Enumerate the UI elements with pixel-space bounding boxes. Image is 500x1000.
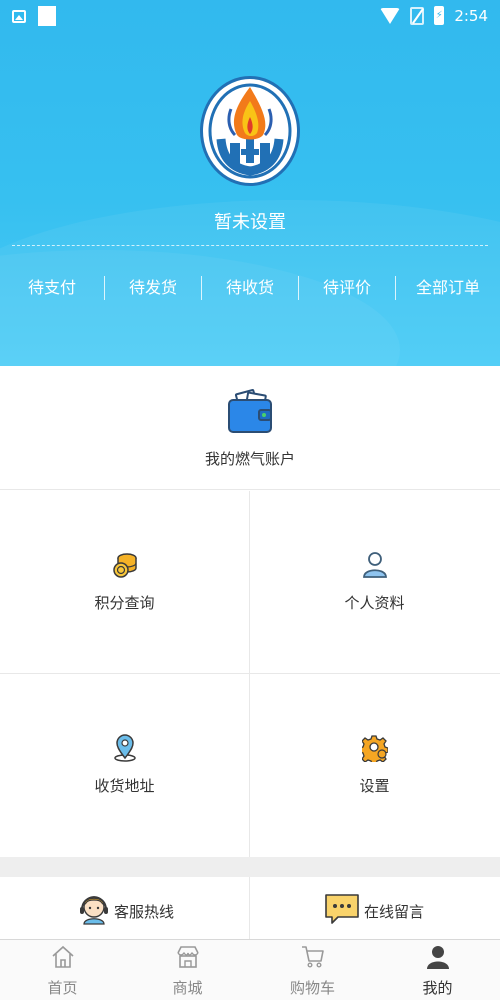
menu-label: 收货地址 [94, 777, 155, 795]
menu-label: 积分查询 [94, 594, 155, 612]
nav-store[interactable]: 商城 [125, 940, 250, 1000]
status-bar: ⚡ 2:54 [0, 0, 500, 32]
nav-label: 我的 [422, 979, 453, 997]
nav-label: 商城 [172, 979, 203, 997]
order-all[interactable]: 全部订单 [396, 270, 500, 306]
menu-settings[interactable]: 设置 [250, 674, 499, 856]
menu-label: 设置 [359, 777, 390, 795]
order-pending-receipt[interactable]: 待收货 [202, 270, 298, 306]
order-pending-review[interactable]: 待评价 [299, 270, 395, 306]
no-sim-icon [410, 6, 425, 25]
order-pending-shipment[interactable]: 待发货 [105, 270, 201, 306]
coins-icon [112, 553, 137, 578]
bottom-navigation: 首页 商城 购物车 我的 [0, 939, 500, 1000]
gas-account-entry[interactable]: 我的燃气账户 [0, 366, 500, 490]
image-notification-icon [12, 9, 26, 23]
status-time: 2:54 [454, 6, 488, 25]
service-row: 客服热线 在线留言 [0, 877, 500, 939]
dotted-divider [12, 245, 488, 246]
wallet-icon [228, 389, 272, 433]
nav-home[interactable]: 首页 [0, 940, 125, 1000]
username[interactable]: 暂未设置 [0, 208, 500, 234]
store-icon [176, 946, 199, 968]
online-message[interactable]: 在线留言 [250, 877, 499, 939]
cart-icon [301, 946, 324, 968]
home-icon [51, 945, 74, 968]
menu-points-query[interactable]: 积分查询 [0, 491, 249, 673]
nav-label: 首页 [47, 979, 78, 997]
nav-cart[interactable]: 购物车 [250, 940, 375, 1000]
menu-profile-info[interactable]: 个人资料 [250, 491, 499, 673]
avatar-logo[interactable] [200, 76, 300, 186]
nav-mine[interactable]: 我的 [375, 940, 500, 1000]
menu-label: 个人资料 [344, 594, 405, 612]
headset-agent-icon [80, 896, 108, 925]
gas-account-label: 我的燃气账户 [204, 450, 295, 468]
order-status-bar: 待支付 待发货 待收货 待评价 全部订单 [0, 270, 500, 306]
hotline-label: 客服热线 [114, 903, 175, 921]
message-label: 在线留言 [364, 903, 425, 921]
flame-logo-icon [208, 83, 292, 179]
notification-icon [38, 6, 56, 26]
nav-label: 购物车 [289, 979, 335, 997]
section-gap [0, 857, 500, 877]
profile-header: ⚡ 2:54 暂未设置 待支付 待发货 待收货 待评价 全部订单 [0, 0, 500, 366]
menu-shipping-address[interactable]: 收货地址 [0, 674, 249, 856]
order-pending-payment[interactable]: 待支付 [0, 270, 104, 306]
customer-hotline[interactable]: 客服热线 [0, 877, 249, 939]
user-icon [362, 552, 387, 578]
person-icon [426, 946, 449, 969]
wifi-icon [380, 7, 401, 24]
menu-grid: 积分查询 个人资料 收货地址 设置 [0, 491, 500, 857]
location-icon [113, 734, 136, 762]
battery-charging-icon: ⚡ [434, 6, 445, 25]
chat-bubble-icon [325, 894, 359, 924]
gear-icon [361, 735, 388, 762]
